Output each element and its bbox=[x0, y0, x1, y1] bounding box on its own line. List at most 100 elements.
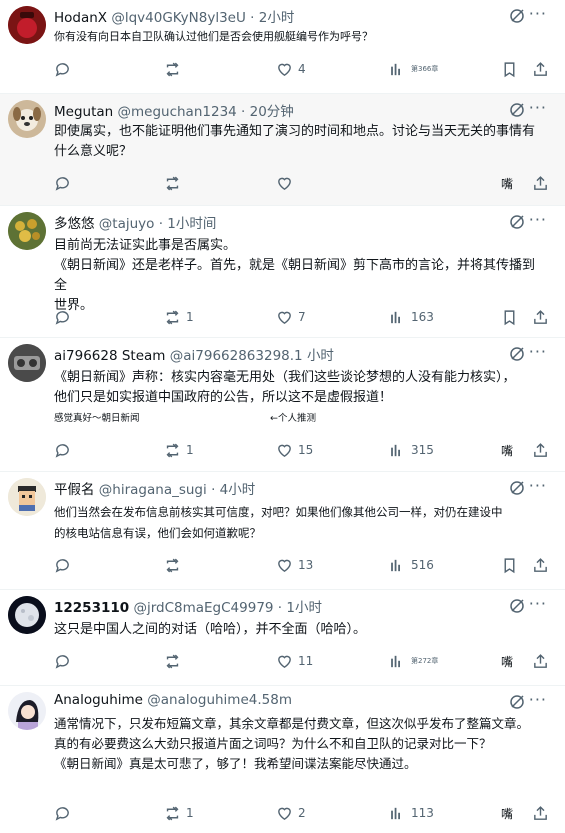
avatar[interactable] bbox=[8, 692, 46, 730]
more-icon[interactable]: ··· bbox=[529, 476, 547, 495]
share-button[interactable] bbox=[532, 650, 549, 672]
user-handle[interactable]: @meguchan1234 bbox=[118, 104, 237, 120]
avatar[interactable] bbox=[8, 596, 46, 634]
reply-button[interactable] bbox=[54, 172, 76, 194]
more-icon[interactable]: ··· bbox=[529, 594, 547, 613]
bookmark-icon bbox=[504, 557, 515, 573]
more-icon[interactable]: ··· bbox=[529, 690, 547, 709]
post[interactable]: Analoguhime @analoguhime4.58m ··· 通常情况下，… bbox=[0, 686, 565, 833]
more-icon[interactable]: ··· bbox=[529, 98, 547, 117]
grok-icon[interactable] bbox=[509, 598, 525, 614]
share-button[interactable] bbox=[532, 172, 549, 194]
grok-icon[interactable] bbox=[509, 694, 525, 710]
avatar[interactable] bbox=[8, 212, 46, 250]
views-button[interactable]: 516 bbox=[389, 554, 434, 576]
like-button[interactable]: 15 bbox=[276, 439, 313, 461]
share-button[interactable] bbox=[532, 802, 549, 824]
avatar[interactable] bbox=[8, 6, 46, 44]
bookmark-button[interactable]: 嘴 bbox=[501, 439, 513, 461]
like-icon bbox=[278, 807, 291, 820]
share-button[interactable] bbox=[532, 439, 549, 461]
grok-icon[interactable] bbox=[509, 214, 525, 230]
post-header: 12253110 @jrdC8maEgC49979 · 1小时 bbox=[54, 596, 505, 616]
repost-button[interactable] bbox=[164, 58, 186, 80]
like-button[interactable] bbox=[276, 172, 298, 194]
avatar[interactable] bbox=[8, 344, 46, 382]
like-count: 7 bbox=[298, 310, 306, 324]
reply-button[interactable] bbox=[54, 439, 76, 461]
display-name[interactable]: HodanX bbox=[54, 10, 107, 26]
more-icon[interactable]: ··· bbox=[529, 342, 547, 361]
views-count: 315 bbox=[411, 443, 434, 457]
views-button[interactable]: 315 bbox=[389, 439, 434, 461]
like-button[interactable]: 4 bbox=[276, 58, 306, 80]
repost-button[interactable]: 1 bbox=[164, 439, 194, 461]
post[interactable]: 多悠悠 @tajuyo · 1小时间 ··· 目前尚无法证实此事是否属实。 《朝… bbox=[0, 206, 565, 338]
bookmark-button[interactable]: 嘴 bbox=[501, 172, 513, 194]
bookmark-button[interactable]: 嘴 bbox=[501, 650, 513, 672]
display-name[interactable]: 多悠悠 bbox=[54, 216, 95, 232]
grok-icon[interactable] bbox=[509, 8, 525, 24]
share-button[interactable] bbox=[532, 58, 549, 80]
user-handle[interactable]: @analoguhime4.58m bbox=[147, 692, 292, 708]
post-time[interactable]: · 1小时 bbox=[278, 600, 322, 616]
views-button[interactable]: 第272章 bbox=[389, 650, 438, 672]
post-text: 你有没有向日本自卫队确认过他们是否会使用舰艇编号作为呼号？ bbox=[54, 28, 547, 46]
post-time[interactable]: · 1小时间 bbox=[159, 216, 217, 232]
post[interactable]: HodanX @lqv40GKyN8yl3eU · 2小时 ··· 你有没有向日… bbox=[0, 0, 565, 94]
share-button[interactable] bbox=[532, 306, 549, 328]
reply-icon bbox=[55, 176, 69, 191]
post[interactable]: 12253110 @jrdC8maEgC49979 · 1小时 ··· 这只是中… bbox=[0, 590, 565, 686]
grok-icon[interactable] bbox=[509, 346, 525, 362]
more-icon[interactable]: ··· bbox=[529, 210, 547, 229]
display-name[interactable]: 平假名 bbox=[54, 482, 95, 498]
grok-icon[interactable] bbox=[509, 102, 525, 118]
grok-icon[interactable] bbox=[509, 480, 525, 496]
post[interactable]: Megutan @meguchan1234 · 20分钟 ··· 即使属实，也不… bbox=[0, 94, 565, 206]
bookmark-button[interactable] bbox=[501, 554, 518, 576]
post-time[interactable]: · 20分钟 bbox=[241, 104, 294, 120]
user-handle[interactable]: @hiragana_sugi bbox=[99, 482, 207, 498]
avatar[interactable] bbox=[8, 100, 46, 138]
like-button[interactable]: 13 bbox=[276, 554, 313, 576]
reply-button[interactable] bbox=[54, 802, 76, 824]
post-text: 他们当然会在发布信息前核实其可信度，对吧？如果他们像其他公司一样，对仍在建设中 … bbox=[54, 502, 547, 544]
like-button[interactable]: 7 bbox=[276, 306, 306, 328]
avatar[interactable] bbox=[8, 478, 46, 516]
post[interactable]: ai796628 Steam @ai79662863298.1 小时 ··· 《… bbox=[0, 338, 565, 472]
share-button[interactable] bbox=[532, 554, 549, 576]
post-time[interactable]: · 4小时 bbox=[211, 482, 255, 498]
reply-button[interactable] bbox=[54, 554, 76, 576]
user-handle[interactable]: @tajuyo bbox=[99, 216, 155, 232]
repost-button[interactable] bbox=[164, 172, 186, 194]
reply-button[interactable] bbox=[54, 306, 76, 328]
views-button[interactable]: 第366章 bbox=[389, 58, 438, 80]
post-line: 这只是中国人之间的对话（哈哈），并不全面（哈哈）。 bbox=[54, 622, 367, 637]
repost-count: 1 bbox=[186, 806, 194, 820]
reply-button[interactable] bbox=[54, 650, 76, 672]
user-handle[interactable]: @jrdC8maEgC49979 bbox=[133, 600, 273, 616]
bookmark-button[interactable] bbox=[501, 306, 518, 328]
post-line: 即使属实，也不能证明他们事先通知了演习的时间和地点。讨论与当天无关的事情有 bbox=[54, 124, 536, 139]
repost-button[interactable]: 1 bbox=[164, 306, 194, 328]
user-handle[interactable]: @lqv40GKyN8yl3eU bbox=[111, 10, 246, 26]
repost-button[interactable] bbox=[164, 554, 186, 576]
more-icon[interactable]: ··· bbox=[529, 4, 547, 23]
display-name[interactable]: Analoguhime bbox=[54, 692, 143, 708]
user-handle[interactable]: @ai79662863298.1 bbox=[170, 348, 303, 364]
post-time[interactable]: 小时 bbox=[307, 348, 334, 364]
bookmark-button[interactable] bbox=[501, 58, 518, 80]
bookmark-button[interactable]: 嘴 bbox=[501, 802, 513, 824]
repost-button[interactable] bbox=[164, 650, 186, 672]
display-name[interactable]: Megutan bbox=[54, 104, 113, 120]
like-button[interactable]: 2 bbox=[276, 802, 306, 824]
views-button[interactable]: 113 bbox=[389, 802, 434, 824]
display-name[interactable]: ai796628 Steam bbox=[54, 348, 165, 364]
like-button[interactable]: 11 bbox=[276, 650, 313, 672]
views-button[interactable]: 163 bbox=[389, 306, 434, 328]
reply-button[interactable] bbox=[54, 58, 76, 80]
display-name[interactable]: 12253110 bbox=[54, 600, 129, 616]
post-time[interactable]: · 2小时 bbox=[250, 10, 294, 26]
post[interactable]: 平假名 @hiragana_sugi · 4小时 ··· 他们当然会在发布信息前… bbox=[0, 472, 565, 590]
repost-button[interactable]: 1 bbox=[164, 802, 194, 824]
